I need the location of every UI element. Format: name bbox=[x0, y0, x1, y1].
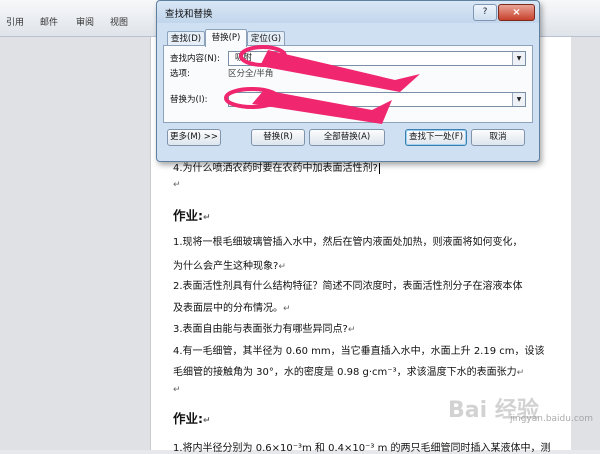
paragraph-mark: ↵ bbox=[173, 385, 181, 395]
tab-replace[interactable]: 替换(P) bbox=[205, 29, 247, 47]
doc-line: 毛细管的接触角为 30°，水的密度是 0.98 g·cm⁻³，求该温度下水的表面… bbox=[173, 367, 525, 378]
find-replace-dialog[interactable]: 查找和替换 ? × 查找(D) 替换(P) 定位(G) 查找内容(N): 吸附 … bbox=[156, 0, 540, 162]
find-label: 查找内容(N): bbox=[170, 54, 220, 64]
cancel-button[interactable]: 取消 bbox=[471, 129, 525, 146]
replace-dropdown-icon[interactable]: ▼ bbox=[512, 93, 525, 106]
tab-find[interactable]: 查找(D) bbox=[167, 31, 205, 46]
find-input[interactable]: 吸附 ▼ bbox=[228, 51, 526, 66]
help-button[interactable]: ? bbox=[473, 4, 497, 21]
doc-line: 2.表面活性剂具有什么结构特征？简述不同浓度时，表面活性剂分子在溶液本体 bbox=[173, 281, 523, 292]
section-heading: 作业:↵ bbox=[173, 208, 211, 223]
doc-line: 1.将内半径分别为 0.6×10⁻³m 和 0.4×10⁻³ m 的两只毛细管同… bbox=[173, 443, 551, 454]
replace-label: 替换为(I): bbox=[170, 95, 208, 105]
paragraph-mark: ↵ bbox=[173, 180, 181, 190]
ribbon-tab-mailings[interactable]: 邮件 bbox=[40, 15, 58, 28]
tab-goto[interactable]: 定位(G) bbox=[247, 31, 285, 46]
section-heading: 作业:↵ bbox=[173, 411, 211, 426]
replace-all-button[interactable]: 全部替换(A) bbox=[309, 129, 385, 146]
dialog-titlebar[interactable]: 查找和替换 ? × bbox=[157, 1, 539, 23]
doc-line: 为什么会产生这种现象?↵ bbox=[173, 261, 286, 272]
find-dropdown-icon[interactable]: ▼ bbox=[512, 52, 525, 65]
find-value: 吸附 bbox=[235, 53, 253, 63]
ribbon-tab-view[interactable]: 视图 bbox=[110, 15, 128, 28]
doc-line: 3.表面自由能与表面张力有哪些异同点?↵ bbox=[173, 324, 356, 335]
dialog-title: 查找和替换 bbox=[165, 9, 213, 20]
replace-panel: 查找内容(N): 吸附 ▼ 选项: 区分全/半角 替换为(I): ▼ bbox=[163, 45, 533, 123]
more-button[interactable]: 更多(M) >> bbox=[167, 129, 221, 146]
doc-line: 4.有一毛细管，其半径为 0.60 mm，当它垂直插入水中，水面上升 2.19 … bbox=[173, 346, 545, 357]
options-value: 区分全/半角 bbox=[228, 69, 274, 79]
watermark-url: jingyan.baidu.com bbox=[510, 414, 594, 424]
replace-input[interactable]: ▼ bbox=[228, 92, 526, 107]
text-cursor bbox=[378, 162, 380, 174]
options-label: 选项: bbox=[170, 69, 190, 79]
ribbon-tab-references[interactable]: 引用 bbox=[6, 15, 24, 28]
ribbon-tab-review[interactable]: 审阅 bbox=[76, 15, 94, 28]
doc-line: 及表面层中的分布情况。↵ bbox=[173, 303, 291, 314]
find-next-button[interactable]: 查找下一处(F) bbox=[405, 129, 467, 146]
doc-line: 1.现将一根毛细玻璃管插入水中，然后在管内液面处加热，则液面将如何变化， bbox=[173, 237, 523, 248]
replace-button[interactable]: 替换(R) bbox=[251, 129, 305, 146]
close-button[interactable]: × bbox=[498, 4, 535, 21]
